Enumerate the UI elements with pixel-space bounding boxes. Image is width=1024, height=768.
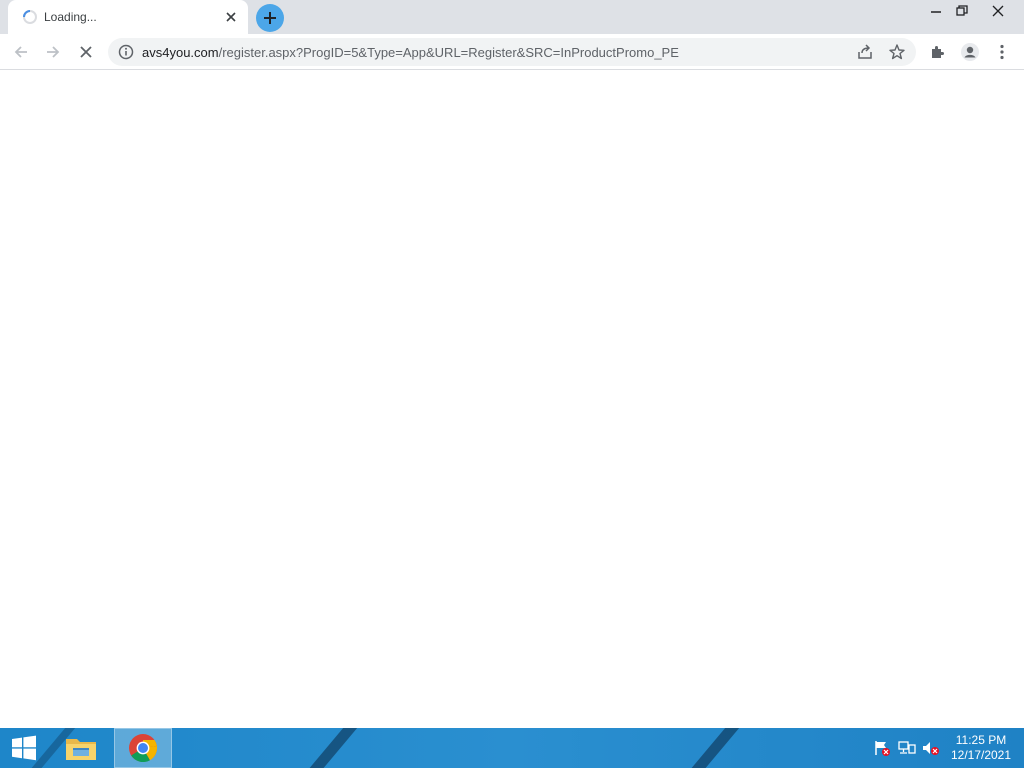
browser-toolbar: avs4you.com/register.aspx?ProgID=5&Type=…	[0, 34, 1024, 70]
close-icon	[992, 5, 1004, 17]
volume-muted-icon[interactable]	[922, 740, 940, 756]
page-content	[0, 71, 1024, 728]
info-icon[interactable]	[118, 44, 134, 60]
clock-date: 12/17/2021	[950, 748, 1012, 762]
restore-icon	[956, 5, 968, 16]
tab-title: Loading...	[44, 10, 97, 24]
kebab-menu-icon	[1000, 44, 1004, 60]
profile-icon	[961, 43, 979, 61]
arrow-left-icon	[14, 46, 27, 58]
close-window-button[interactable]	[980, 0, 1016, 22]
url-text[interactable]: avs4you.com/register.aspx?ProgID=5&Type=…	[142, 45, 679, 60]
share-icon[interactable]	[856, 43, 874, 61]
loading-spinner-icon	[23, 10, 37, 24]
address-bar[interactable]: avs4you.com/register.aspx?ProgID=5&Type=…	[108, 38, 916, 66]
system-clock[interactable]: 11:25 PM 12/17/2021	[946, 733, 1016, 763]
folder-icon	[66, 739, 96, 760]
new-tab-button[interactable]	[256, 4, 284, 32]
network-icon[interactable]	[898, 740, 916, 756]
clock-time: 11:25 PM	[955, 733, 1007, 747]
tab-strip: Loading...	[0, 0, 1024, 34]
tab-loading[interactable]: Loading...	[8, 0, 248, 34]
star-icon[interactable]	[888, 43, 906, 61]
action-center-flag-icon[interactable]	[873, 740, 891, 756]
arrow-right-icon	[47, 46, 60, 58]
restore-button[interactable]	[944, 0, 980, 22]
start-button[interactable]	[0, 728, 48, 768]
taskbar-file-explorer[interactable]	[52, 728, 110, 768]
taskbar: 11:25 PM 12/17/2021	[0, 728, 1024, 768]
url-host: avs4you.com	[142, 45, 219, 60]
minimize-icon	[931, 11, 941, 13]
stop-x-icon	[80, 46, 92, 58]
plus-icon	[264, 12, 276, 24]
close-icon[interactable]	[222, 8, 240, 26]
taskbar-google-chrome[interactable]	[114, 728, 172, 768]
browser-window: Loading... avs4you.com/register.aspx?Pro…	[0, 0, 1024, 728]
chrome-icon	[129, 734, 158, 763]
url-path: /register.aspx?ProgID=5&Type=App&URL=Reg…	[218, 45, 679, 60]
forward-button[interactable]	[39, 38, 67, 66]
windows-logo-icon	[12, 735, 36, 761]
menu-button[interactable]	[988, 38, 1016, 66]
puzzle-icon	[932, 46, 944, 58]
back-button[interactable]	[7, 38, 35, 66]
stop-button[interactable]	[72, 38, 100, 66]
profile-button[interactable]	[956, 38, 984, 66]
extensions-button[interactable]	[924, 38, 952, 66]
